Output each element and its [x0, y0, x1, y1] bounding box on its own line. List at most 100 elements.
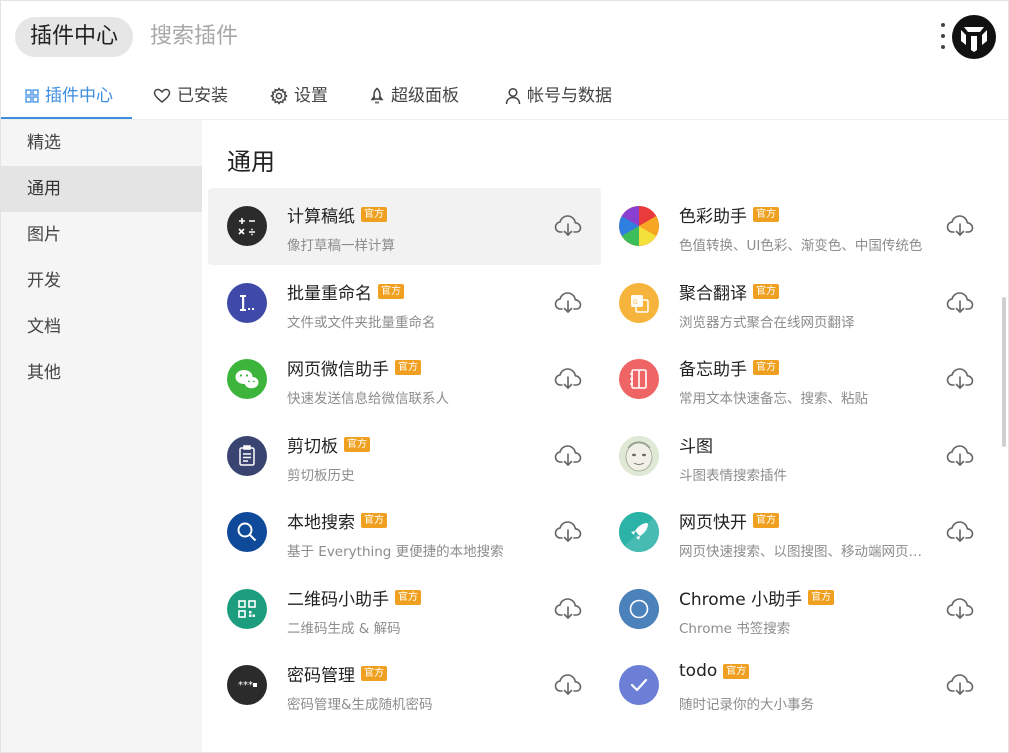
search-icon: [227, 512, 267, 552]
plugin-card[interactable]: 二维码小助手 官方二维码生成 & 解码: [208, 571, 601, 648]
cloud-download-icon[interactable]: [946, 367, 974, 391]
notebook-icon: [619, 359, 659, 399]
plugin-description: 基于 Everything 更便捷的本地搜索: [287, 544, 504, 560]
tab-installed[interactable]: 已安装: [153, 73, 228, 119]
plugin-card[interactable]: Chrome 小助手 官方 Chrome 书签搜索: [600, 571, 993, 648]
cloud-download-icon[interactable]: [554, 291, 582, 315]
search-input[interactable]: 搜索插件: [150, 17, 238, 57]
plugin-description: 二维码生成 & 解码: [287, 620, 401, 637]
plugin-card[interactable]: todo 官方 随时记录你的大小事务: [600, 647, 993, 724]
cloud-download-icon[interactable]: [554, 214, 582, 238]
qrcode-icon: [227, 588, 267, 629]
sidebar-item-images[interactable]: 图片: [1, 212, 202, 258]
tab-account-data[interactable]: 帐号与数据: [505, 73, 612, 119]
svg-text:***: ***: [238, 680, 253, 691]
cloud-download-icon[interactable]: [946, 291, 974, 315]
official-badge: 官方: [753, 513, 779, 528]
tab-super-panel[interactable]: 超级面板: [369, 73, 459, 119]
plugin-name: 计算稿纸: [287, 207, 355, 227]
plugin-description: Chrome 书签搜索: [679, 620, 791, 637]
tab-label: 设置: [294, 86, 328, 106]
heart-icon: [153, 88, 171, 103]
header: 插件中心 搜索插件: [1, 1, 1008, 73]
plugin-description: 快速发送信息给微信联系人: [287, 391, 449, 407]
calculator-icon: [227, 206, 267, 246]
cloud-download-icon[interactable]: [946, 520, 974, 544]
plugin-description: 密码管理&生成随机密码: [287, 697, 433, 713]
official-badge: 官方: [395, 589, 421, 605]
plugin-title: 备忘助手 官方: [679, 355, 779, 380]
cloud-download-icon[interactable]: [946, 597, 974, 621]
official-badge: 官方: [378, 283, 404, 299]
plugin-description: 常用文本快速备忘、搜索、粘贴: [679, 391, 868, 407]
plugin-description: 色值转换、UI色彩、渐变色、中国传统色: [679, 238, 923, 254]
plugin-description: 浏览器方式聚合在线网页翻译: [679, 314, 855, 331]
scrollbar[interactable]: [1002, 297, 1006, 447]
cloud-download-icon[interactable]: [946, 444, 974, 468]
meme-face-icon: [619, 435, 659, 476]
plugin-card[interactable]: 剪切板 官方 剪切板历史: [208, 418, 601, 495]
plugin-card[interactable]: 备忘助手 官方常用文本快速备忘、搜索、粘贴: [600, 341, 993, 418]
sidebar-item-documents[interactable]: 文档: [1, 304, 202, 350]
cloud-download-icon[interactable]: [554, 520, 582, 544]
plugin-description: 像打草稿一样计算: [287, 238, 395, 254]
tab-label: 帐号与数据: [527, 86, 612, 106]
password-icon: ***: [227, 665, 267, 705]
plugin-card[interactable]: 色彩助手 官方色值转换、UI色彩、渐变色、中国传统色: [600, 188, 993, 265]
plugin-name: 色彩助手: [679, 207, 747, 227]
gear-icon: [270, 87, 288, 105]
grid-icon: [25, 89, 39, 103]
official-badge: 官方: [344, 436, 370, 452]
color-wheel-icon: [619, 206, 659, 246]
plugin-card[interactable]: *** 密码管理 官方 密码管理&生成随机密码: [208, 647, 601, 724]
plugin-title: 聚合翻译 官方: [679, 279, 779, 304]
official-badge: 官方: [808, 589, 835, 605]
app-title-pill[interactable]: 插件中心: [15, 17, 134, 57]
cloud-download-icon[interactable]: [946, 673, 974, 697]
plugin-name: 斗图: [679, 436, 713, 457]
official-badge: 官方: [753, 207, 779, 222]
plugin-name: 密码管理: [287, 666, 355, 686]
check-icon: [619, 665, 659, 705]
plugin-title: Chrome 小助手 官方: [679, 585, 835, 610]
plugin-card[interactable]: 网页快开 官方网页快速搜索、以图搜图、移动端网页调试: [600, 494, 993, 571]
tab-bar: 插件中心 已安装 设置 超级面板 帐号与数据: [1, 73, 1008, 120]
plugin-card[interactable]: 网页微信助手 官方 快速发送信息给微信联系人: [208, 341, 601, 418]
plugin-name: 聚合翻译: [679, 283, 747, 304]
sidebar-item-general[interactable]: 通用: [1, 166, 202, 212]
official-badge: 官方: [361, 513, 387, 528]
plugin-name: 网页快开: [679, 513, 747, 533]
official-badge: 官方: [361, 207, 387, 222]
plugin-card[interactable]: 本地搜索 官方基于 Everything 更便捷的本地搜索: [208, 494, 601, 571]
plugin-card[interactable]: 计算稿纸 官方像打草稿一样计算: [208, 188, 601, 265]
plugin-name: 备忘助手: [679, 360, 747, 380]
tab-plugin-center[interactable]: 插件中心: [25, 73, 113, 119]
cloud-download-icon[interactable]: [554, 673, 582, 697]
plugin-card[interactable]: 批量重命名 官方 文件或文件夹批量重命名: [208, 265, 601, 342]
plugin-description: 斗图表情搜索插件: [679, 467, 787, 484]
more-menu-icon[interactable]: [935, 21, 951, 53]
plugin-card[interactable]: 斗图斗图表情搜索插件: [600, 418, 993, 495]
section-title: 通用: [227, 148, 275, 176]
app-window: 插件中心 搜索插件 插件中心 已安装 设置 超级面板 帐号与数据 精选 通用 图…: [0, 0, 1009, 753]
cloud-download-icon[interactable]: [554, 597, 582, 621]
svg-text:G: G: [633, 299, 638, 306]
sidebar-item-featured[interactable]: 精选: [1, 120, 202, 166]
plugin-description: 文件或文件夹批量重命名: [287, 314, 436, 331]
plugin-card[interactable]: G 聚合翻译 官方浏览器方式聚合在线网页翻译: [600, 265, 993, 342]
cloud-download-icon[interactable]: [554, 367, 582, 391]
plugin-description: 网页快速搜索、以图搜图、移动端网页调试: [679, 544, 931, 560]
official-badge: 官方: [753, 283, 779, 299]
plugin-name: 二维码小助手: [287, 589, 389, 610]
app-logo[interactable]: [952, 15, 996, 59]
active-tab-indicator: [1, 117, 132, 119]
plugin-title: 计算稿纸 官方: [287, 202, 387, 227]
sidebar-item-other[interactable]: 其他: [1, 350, 202, 396]
tab-settings[interactable]: 设置: [270, 73, 328, 119]
sidebar-item-development[interactable]: 开发: [1, 258, 202, 304]
cloud-download-icon[interactable]: [946, 214, 974, 238]
official-badge: 官方: [723, 663, 750, 679]
plugin-title: 本地搜索 官方: [287, 508, 387, 533]
cloud-download-icon[interactable]: [554, 444, 582, 468]
official-badge: 官方: [753, 360, 779, 375]
